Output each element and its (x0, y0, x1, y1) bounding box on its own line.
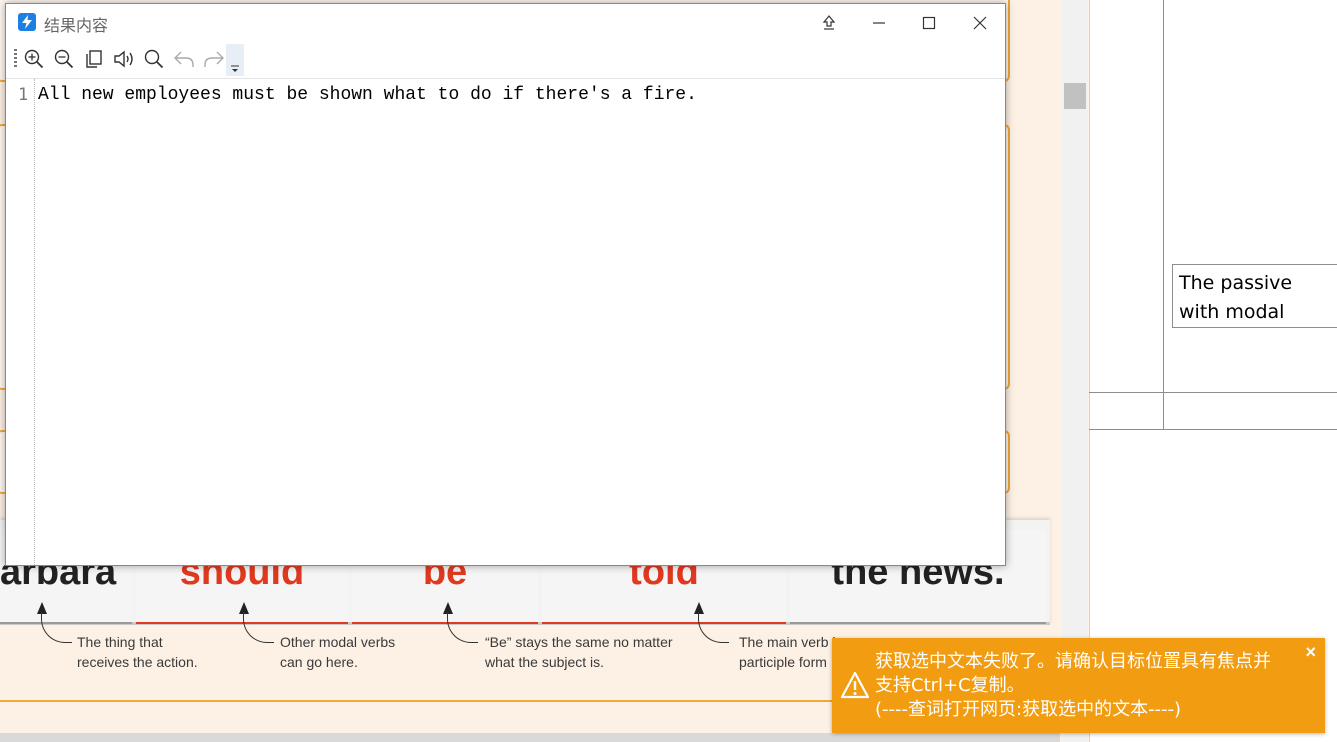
toolbar-grip-icon[interactable] (14, 49, 17, 69)
redo-button[interactable] (202, 47, 226, 71)
toast-close-button[interactable]: × (1305, 642, 1316, 663)
maximize-button[interactable] (906, 8, 952, 38)
right-document-pane (1089, 0, 1337, 742)
table-line (1163, 0, 1164, 430)
copy-icon (86, 50, 102, 68)
line-number: 1 (18, 85, 29, 105)
annotation-subject: The thing that receives the action. (77, 634, 198, 670)
annotation-modal: Other modal verbs can go here. (280, 634, 396, 670)
search-icon (144, 49, 164, 69)
pointer-line (243, 612, 274, 643)
pin-button[interactable] (806, 8, 852, 38)
error-toast: 获取选中文本失败了。请确认目标位置具有焦点并 支持Ctrl+C复制。 (----… (832, 638, 1325, 733)
chevron-down-icon (231, 65, 239, 72)
minimize-button[interactable] (856, 8, 902, 38)
table-line (1089, 429, 1337, 430)
window-title: 结果内容 (44, 16, 109, 35)
minimize-icon (873, 22, 885, 24)
maximize-icon (922, 16, 936, 30)
result-text-line[interactable]: All new employees must be shown what to … (38, 85, 697, 105)
toolbar-overflow-button[interactable] (226, 44, 244, 76)
toast-line-2: 支持Ctrl+C复制。 (875, 675, 1025, 696)
toast-line-3: (----查词打开网页:获取选中的文本----) (875, 699, 1182, 720)
cell-text: The passive with modal (1179, 272, 1293, 323)
table-line (1089, 392, 1337, 393)
result-text-editor[interactable]: 1 All new employees must be shown what t… (6, 79, 1005, 565)
zoom-in-icon (24, 49, 44, 69)
annotation-verb: The main verb i participle form (739, 634, 835, 670)
toolbar (6, 42, 1005, 79)
table-cell-passive-with-modal: The passive with modal (1172, 264, 1337, 328)
zoom-in-button[interactable] (22, 47, 46, 71)
title-bar[interactable]: 结果内容 (6, 4, 1005, 40)
toast-line-1: 获取选中文本失败了。请确认目标位置具有焦点并 (875, 651, 1271, 672)
pointer-line (698, 612, 729, 643)
speak-icon (114, 50, 133, 68)
redo-icon (204, 51, 224, 67)
search-button[interactable] (142, 47, 166, 71)
pointer-line (41, 612, 72, 643)
annotation-be: “Be” stays the same no matter what the s… (485, 634, 673, 670)
undo-icon (174, 51, 194, 67)
undo-button[interactable] (172, 47, 196, 71)
close-icon (973, 16, 987, 30)
vertical-scrollbar[interactable] (1062, 0, 1088, 742)
copy-button[interactable] (82, 47, 106, 71)
app-logo-icon (18, 13, 36, 31)
speak-button[interactable] (112, 47, 136, 71)
zoom-out-icon (54, 49, 74, 69)
zoom-out-button[interactable] (52, 47, 76, 71)
result-window: 结果内容 1 All new employees must be shown w… (5, 3, 1006, 566)
pointer-line (447, 612, 478, 643)
scrollbar-thumb[interactable] (1064, 83, 1086, 109)
close-button[interactable] (957, 8, 1003, 38)
line-number-gutter: 1 (6, 79, 35, 565)
warning-icon (840, 671, 870, 699)
toast-message: 获取选中文本失败了。请确认目标位置具有焦点并 支持Ctrl+C复制。 (----… (875, 650, 1295, 722)
pin-icon (822, 15, 836, 30)
horizontal-scrollbar[interactable] (0, 733, 1060, 742)
